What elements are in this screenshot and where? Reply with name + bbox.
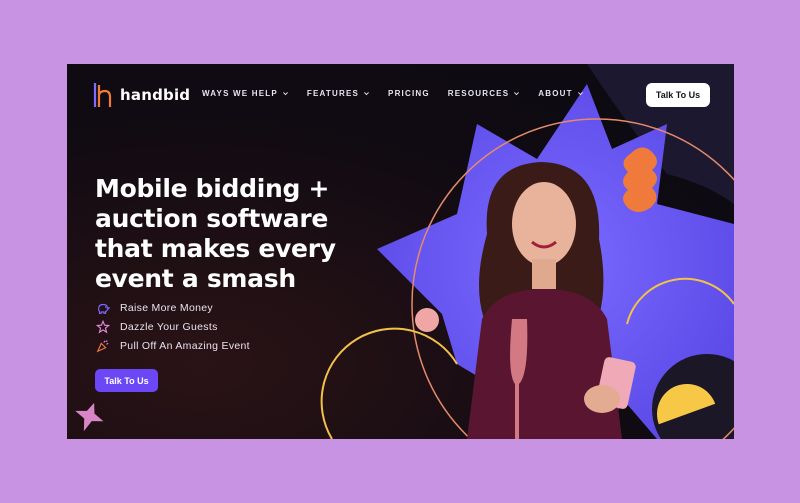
feature-label: Dazzle Your Guests <box>120 320 218 333</box>
talk-to-us-hero-button[interactable]: Talk To Us <box>95 369 158 392</box>
party-popper-icon <box>96 339 109 352</box>
piggy-bank-icon <box>98 303 110 314</box>
nav-item-label: ABOUT <box>538 89 573 98</box>
feature-list: Raise More Money Dazzle Your Guests Pull… <box>96 298 250 355</box>
headline-line: that makes every <box>95 234 336 263</box>
chevron-down-icon <box>364 92 369 96</box>
hero-headline: Mobile bidding + auction software that m… <box>95 174 395 294</box>
headline-line: auction software <box>95 204 329 233</box>
nav-item-label: RESOURCES <box>447 89 510 98</box>
headline-line: event a smash <box>95 264 296 293</box>
sparkle-star-icon <box>96 319 110 334</box>
feature-item: Raise More Money <box>96 298 250 317</box>
brand-name: handbid <box>120 86 191 104</box>
chevron-down-icon <box>577 92 583 96</box>
handbid-logo[interactable]: handbid <box>92 81 190 109</box>
headline-line: Mobile bidding + <box>95 174 330 203</box>
woman-with-phone-photo <box>467 162 636 439</box>
chevron-down-icon <box>282 92 288 96</box>
nav-item-ways-we-help[interactable]: WAYS WE HELP <box>202 89 289 98</box>
talk-to-us-nav-button[interactable]: Talk To Us <box>646 83 710 107</box>
feature-item: Dazzle Your Guests <box>96 317 250 336</box>
feature-label: Pull Off An Amazing Event <box>120 339 250 352</box>
handbid-logo-icon <box>93 83 112 107</box>
nav-item-label: FEATURES <box>306 89 360 98</box>
hero-section: handbid WAYS WE HELP FEATURES PRICING RE… <box>67 64 734 439</box>
nav-item-features[interactable]: FEATURES <box>307 89 370 98</box>
top-navigation: handbid WAYS WE HELP FEATURES PRICING RE… <box>67 64 734 126</box>
nav-item-pricing[interactable]: PRICING <box>388 89 430 98</box>
feature-label: Raise More Money <box>120 301 213 314</box>
feature-item: Pull Off An Amazing Event <box>96 336 250 355</box>
nav-item-resources[interactable]: RESOURCES <box>448 89 520 98</box>
nav-item-about[interactable]: ABOUT <box>538 89 583 98</box>
nav-item-label: WAYS WE HELP <box>202 89 278 98</box>
nav-item-label: PRICING <box>388 89 430 98</box>
main-menu: WAYS WE HELP FEATURES PRICING RESOURCES … <box>202 89 584 98</box>
chevron-down-icon <box>514 92 520 96</box>
